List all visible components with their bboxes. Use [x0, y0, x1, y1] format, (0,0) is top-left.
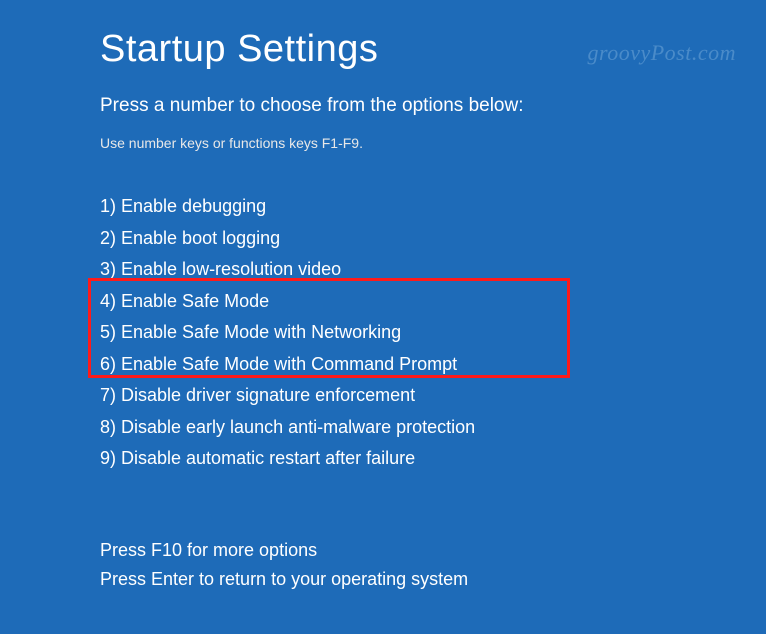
footer-return: Press Enter to return to your operating …: [100, 565, 468, 594]
watermark: groovyPost.com: [587, 40, 736, 66]
instruction-subtitle: Press a number to choose from the option…: [100, 95, 666, 117]
option-4-safe-mode[interactable]: 4) Enable Safe Mode: [100, 286, 666, 318]
key-hint: Use number keys or functions keys F1-F9.: [100, 135, 666, 151]
option-6-safe-mode-cmd[interactable]: 6) Enable Safe Mode with Command Prompt: [100, 349, 666, 381]
option-7-disable-driver-sig[interactable]: 7) Disable driver signature enforcement: [100, 380, 666, 412]
option-1-debugging[interactable]: 1) Enable debugging: [100, 191, 666, 223]
option-3-low-res-video[interactable]: 3) Enable low-resolution video: [100, 254, 666, 286]
page-title: Startup Settings: [100, 28, 666, 71]
options-list: 1) Enable debugging 2) Enable boot loggi…: [100, 191, 666, 475]
option-8-disable-antimalware[interactable]: 8) Disable early launch anti-malware pro…: [100, 412, 666, 444]
footer-more-options: Press F10 for more options: [100, 536, 468, 565]
option-9-disable-auto-restart[interactable]: 9) Disable automatic restart after failu…: [100, 443, 666, 475]
option-5-safe-mode-networking[interactable]: 5) Enable Safe Mode with Networking: [100, 317, 666, 349]
footer: Press F10 for more options Press Enter t…: [100, 536, 468, 594]
option-2-boot-logging[interactable]: 2) Enable boot logging: [100, 223, 666, 255]
